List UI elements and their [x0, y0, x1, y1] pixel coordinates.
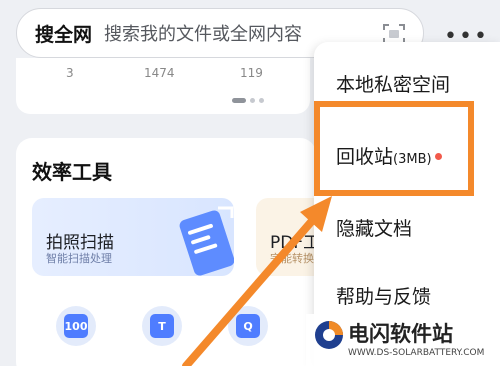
watermark-url: WWW.DS-SOLARBATTERY.COM: [348, 348, 485, 358]
site-logo-icon: [315, 321, 343, 349]
watermark-title: 电闪软件站: [348, 322, 453, 346]
pointer-arrow-icon: [182, 196, 332, 366]
watermark: 电闪软件站 WWW.DS-SOLARBATTERY.COM: [306, 314, 500, 366]
